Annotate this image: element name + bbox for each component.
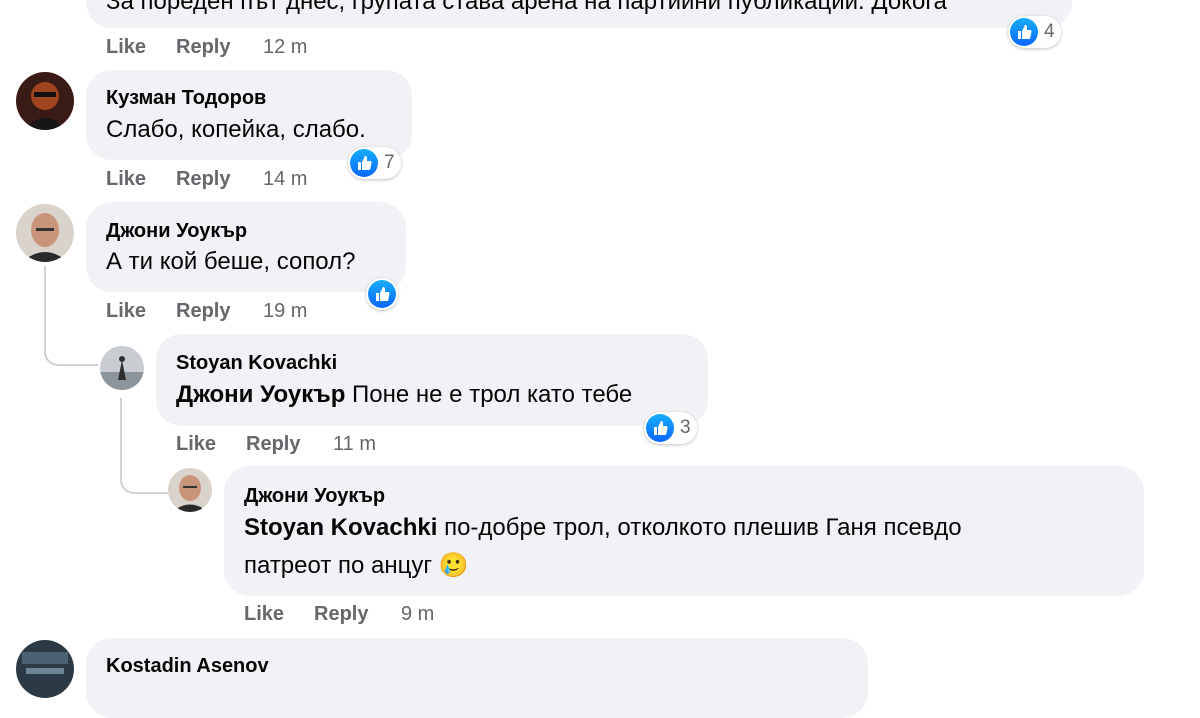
comment-text: Слабо, копейка, слабо.	[106, 116, 366, 143]
like-button[interactable]: Like	[176, 433, 216, 456]
comment-timestamp[interactable]: 14 m	[263, 168, 307, 191]
like-button[interactable]: Like	[106, 36, 146, 59]
reaction-summary[interactable]: 3	[644, 412, 697, 444]
comment-body: по-добре трол, отколкото плешив Ганя псе…	[444, 514, 962, 541]
like-icon	[1010, 18, 1038, 46]
comment-text: Stoyan Kovachki по-добре трол, отколкото…	[244, 510, 962, 546]
comment-timestamp[interactable]: 11 m	[333, 433, 376, 456]
comment-text: Джони Уоукър Поне не е трол като тебе	[176, 377, 632, 413]
comment-body: патреот по анцуг	[244, 552, 433, 579]
like-button[interactable]: Like	[106, 300, 146, 323]
comment-bubble	[86, 638, 868, 718]
avatar[interactable]	[16, 72, 74, 130]
like-button[interactable]: Like	[106, 168, 146, 191]
like-icon	[646, 414, 674, 442]
reaction-count: 3	[680, 417, 691, 438]
like-icon	[350, 149, 378, 177]
like-icon	[368, 280, 396, 308]
comment-timestamp[interactable]: 9 m	[401, 603, 434, 626]
reply-button[interactable]: Reply	[176, 168, 230, 191]
reply-button[interactable]: Reply	[314, 603, 368, 626]
reaction-count: 4	[1044, 21, 1055, 42]
comment-author[interactable]: Кузман Тодоров	[106, 87, 266, 110]
comment-author[interactable]: Stoyan Kovachki	[176, 352, 337, 375]
like-button[interactable]: Like	[244, 603, 284, 626]
comment-timestamp[interactable]: 19 m	[263, 300, 307, 323]
mention-link[interactable]: Джони Уоукър	[176, 381, 345, 408]
avatar[interactable]	[100, 346, 144, 390]
avatar[interactable]	[16, 204, 74, 262]
comment-timestamp[interactable]: 12 m	[263, 36, 307, 59]
comment-text: За пореден път днес, групата става арена…	[106, 0, 947, 15]
comment-text: А ти кой беше, сопол?	[106, 248, 356, 275]
comment-body: Поне не е трол като тебе	[352, 381, 633, 408]
comment-author[interactable]: Джони Уоукър	[106, 220, 247, 243]
reaction-summary[interactable]: 7	[348, 147, 401, 179]
avatar[interactable]	[16, 640, 74, 698]
comment-text-line2: патреот по анцуг 🥲	[244, 548, 469, 584]
reply-button[interactable]: Reply	[246, 433, 300, 456]
smiling-face-with-tear-icon: 🥲	[438, 552, 469, 579]
mention-link[interactable]: Stoyan Kovachki	[244, 514, 437, 541]
reaction-count: 7	[384, 152, 395, 173]
reaction-summary[interactable]: 4	[1008, 16, 1061, 48]
avatar[interactable]	[168, 468, 212, 512]
reply-button[interactable]: Reply	[176, 36, 230, 59]
comment-author[interactable]: Джони Уоукър	[244, 485, 385, 508]
reply-button[interactable]: Reply	[176, 300, 230, 323]
reaction-summary[interactable]	[366, 278, 398, 310]
